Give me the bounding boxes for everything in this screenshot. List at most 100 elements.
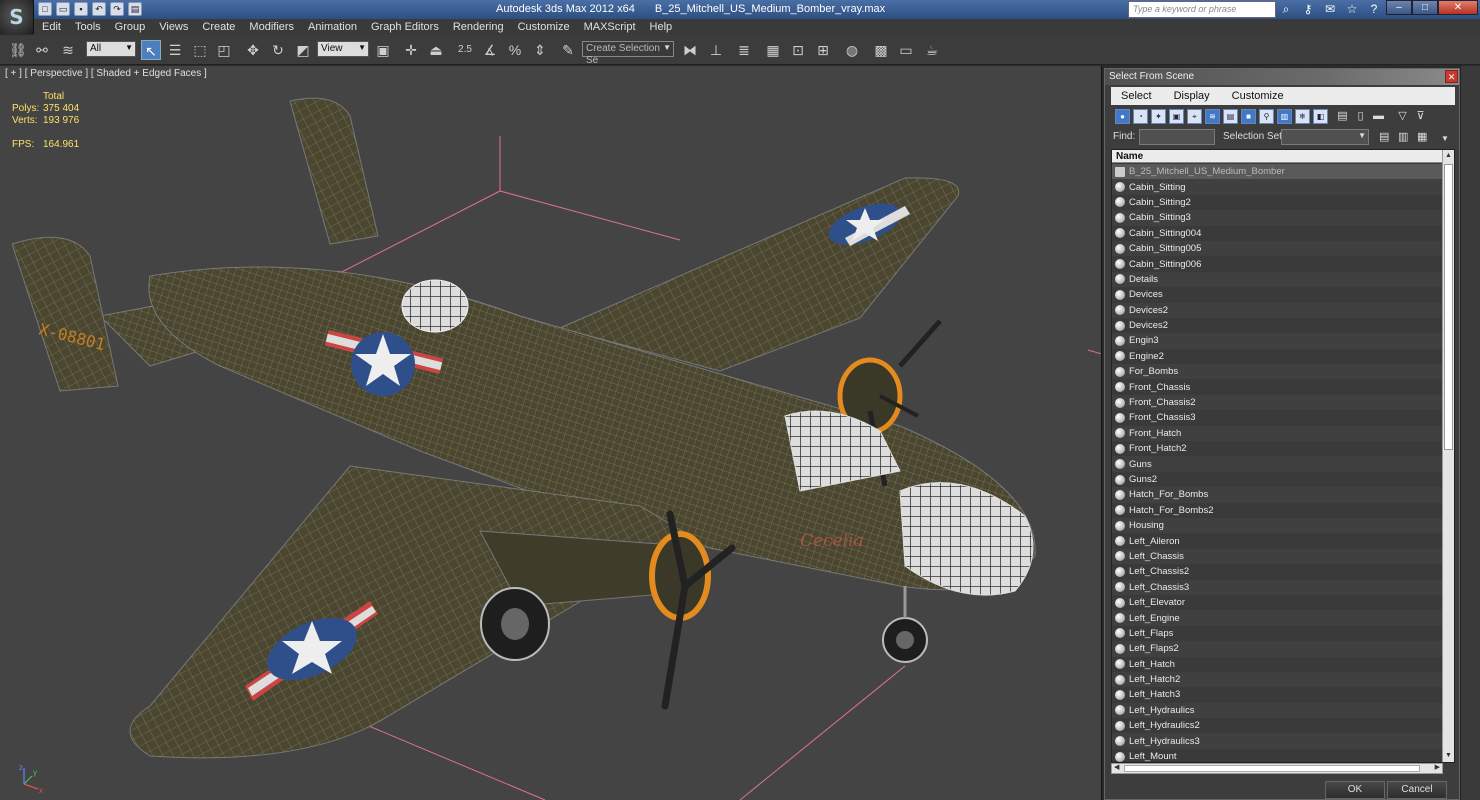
options-dropdown-icon[interactable]: ▼ (1441, 134, 1449, 143)
list-item[interactable]: Front_Chassis2 (1112, 394, 1443, 411)
select-object-icon[interactable]: ↖ (141, 40, 161, 60)
list-item[interactable]: Housing (1112, 517, 1443, 534)
list-item[interactable]: Devices2 (1112, 302, 1443, 318)
display-groups-icon[interactable]: ▤ (1223, 109, 1238, 124)
scroll-down-arrow-icon[interactable]: ▼ (1443, 750, 1454, 762)
list-item[interactable]: Front_Chassis3 (1112, 410, 1443, 425)
display-hidden-icon[interactable]: ◧ (1313, 109, 1328, 124)
menu-animation[interactable]: Animation (301, 19, 364, 35)
render-production-icon[interactable]: ☕ (922, 40, 942, 60)
dialog-menu-select[interactable]: Select (1111, 87, 1163, 105)
list-item[interactable]: Cabin_Sitting006 (1112, 256, 1443, 271)
menu-create[interactable]: Create (195, 19, 242, 35)
list-item[interactable]: Cabin_Sitting2 (1112, 195, 1443, 210)
list-item[interactable]: Cabin_Sitting3 (1112, 210, 1443, 226)
scroll-up-arrow-icon[interactable]: ▲ (1443, 150, 1454, 162)
select-all-icon[interactable]: ▤ (1379, 130, 1389, 143)
named-selection-sets-dropdown[interactable]: Create Selection Se ▼ (582, 41, 674, 66)
align-icon[interactable]: ⊥ (706, 40, 726, 60)
bind-space-warp-icon[interactable]: ≋ (58, 40, 78, 60)
rendered-frame-window-icon[interactable]: ▭ (896, 40, 916, 60)
curve-editor-icon[interactable]: ⊡ (788, 40, 808, 60)
list-item[interactable]: Cabin_Sitting005 (1112, 240, 1443, 257)
menu-rendering[interactable]: Rendering (446, 19, 511, 35)
percent-snap-icon[interactable]: % (505, 40, 525, 60)
list-item[interactable]: Left_Hatch (1112, 657, 1443, 672)
select-and-link-icon[interactable]: ⛓ (8, 40, 28, 60)
dialog-close-button[interactable]: ✕ (1445, 70, 1458, 83)
menu-group[interactable]: Group (108, 19, 153, 35)
edit-named-selection-icon[interactable]: ✎ (558, 40, 578, 60)
name-column-header[interactable]: Name (1112, 150, 1443, 163)
viewport-label-menu[interactable]: [ + ] [ Perspective ] [ Shaded + Edged F… (5, 68, 207, 79)
display-shapes-icon[interactable]: ◔ (1133, 109, 1148, 124)
list-item[interactable]: Left_Hatch2 (1112, 671, 1443, 688)
filter-icon[interactable]: ▽ (1395, 109, 1410, 124)
display-cameras-icon[interactable]: ▣ (1169, 109, 1184, 124)
list-item[interactable]: Engin3 (1112, 333, 1443, 349)
list-item[interactable]: Guns2 (1112, 472, 1443, 487)
display-bones-icon[interactable]: ⚲ (1259, 109, 1274, 124)
list-item[interactable]: Cabin_Sitting004 (1112, 226, 1443, 241)
list-item[interactable]: Devices (1112, 287, 1443, 302)
horizontal-scrollbar-thumb[interactable] (1124, 765, 1420, 772)
list-item[interactable]: Left_Flaps2 (1112, 641, 1443, 657)
list-item[interactable]: Left_Elevator (1112, 595, 1443, 610)
list-item[interactable]: Devices2 (1112, 318, 1443, 333)
list-item[interactable]: Front_Hatch (1112, 425, 1443, 442)
select-invert-icon[interactable]: ▦ (1417, 130, 1427, 143)
display-invert-icon[interactable]: ▬ (1371, 109, 1386, 124)
minimize-button[interactable]: – (1386, 0, 1412, 15)
help-search-input[interactable]: Type a keyword or phrase (1128, 1, 1276, 18)
unlink-icon[interactable]: ⚯ (32, 40, 52, 60)
display-helpers-icon[interactable]: ⌖ (1187, 109, 1202, 124)
list-item[interactable]: Left_Hydraulics (1112, 702, 1443, 719)
list-item[interactable]: Left_Mount (1112, 749, 1443, 762)
list-item[interactable]: Left_Engine (1112, 610, 1443, 626)
scrollbar-thumb[interactable] (1444, 164, 1453, 450)
list-item[interactable]: Hatch_For_Bombs2 (1112, 503, 1443, 518)
list-item[interactable]: Left_Chassis (1112, 548, 1443, 565)
vertical-scrollbar[interactable]: ▲ ▼ (1442, 150, 1454, 762)
rectangular-selection-icon[interactable]: ⬚ (190, 40, 210, 60)
display-space-warps-icon[interactable]: ≋ (1205, 109, 1220, 124)
layer-manager-icon[interactable]: ≣ (734, 40, 754, 60)
graphite-modeling-icon[interactable]: ▦ (763, 40, 783, 60)
menu-edit[interactable]: Edit (34, 19, 68, 35)
menu-graph-editors[interactable]: Graph Editors (364, 19, 446, 35)
list-item[interactable]: For_Bombs (1112, 364, 1443, 380)
dialog-menu-customize[interactable]: Customize (1221, 87, 1295, 105)
select-by-name-icon[interactable]: ☰ (165, 40, 185, 60)
menu-views[interactable]: Views (152, 19, 195, 35)
select-and-move-icon[interactable]: ✥ (243, 40, 263, 60)
project-folder-icon[interactable]: ▤ (128, 2, 142, 16)
scroll-left-arrow-icon[interactable]: ◀ (1114, 763, 1119, 771)
keyboard-shortcut-override-icon[interactable]: ⏏ (426, 40, 446, 60)
scroll-right-arrow-icon[interactable]: ▶ (1435, 763, 1440, 771)
cancel-button[interactable]: Cancel (1387, 781, 1447, 799)
menu-modifiers[interactable]: Modifiers (242, 19, 301, 35)
spinner-snap-icon[interactable]: ⇕ (530, 40, 550, 60)
open-file-icon[interactable]: ▭ (56, 2, 70, 16)
dialog-title-bar[interactable]: Select From Scene ✕ (1105, 69, 1459, 85)
display-geometry-icon[interactable]: ● (1115, 109, 1130, 124)
select-and-scale-icon[interactable]: ◩ (293, 40, 313, 60)
select-none-icon[interactable]: ▥ (1398, 130, 1408, 143)
schematic-view-icon[interactable]: ⊞ (813, 40, 833, 60)
key-icon[interactable]: ⚷ (1300, 1, 1316, 17)
list-item[interactable]: Guns (1112, 456, 1443, 472)
binoculars-icon[interactable]: ⌕ (1278, 1, 1294, 17)
save-file-icon[interactable]: ▪ (74, 2, 88, 16)
list-item[interactable]: Left_Chassis3 (1112, 579, 1443, 595)
display-all-icon[interactable]: ▤ (1335, 109, 1350, 124)
list-item[interactable]: Left_Hydraulics2 (1112, 718, 1443, 733)
favorites-star-icon[interactable]: ☆ (1344, 1, 1360, 17)
list-item[interactable]: Front_Chassis (1112, 379, 1443, 394)
snap-toggle-icon[interactable]: 2.5 (455, 40, 475, 60)
list-item[interactable]: Left_Hydraulics3 (1112, 733, 1443, 749)
material-editor-icon[interactable]: ◍ (842, 40, 862, 60)
angle-snap-icon[interactable]: ∡ (480, 40, 500, 60)
window-crossing-icon[interactable]: ◰ (214, 40, 234, 60)
list-item[interactable]: Engine2 (1112, 349, 1443, 364)
dialog-menu-display[interactable]: Display (1163, 87, 1221, 105)
